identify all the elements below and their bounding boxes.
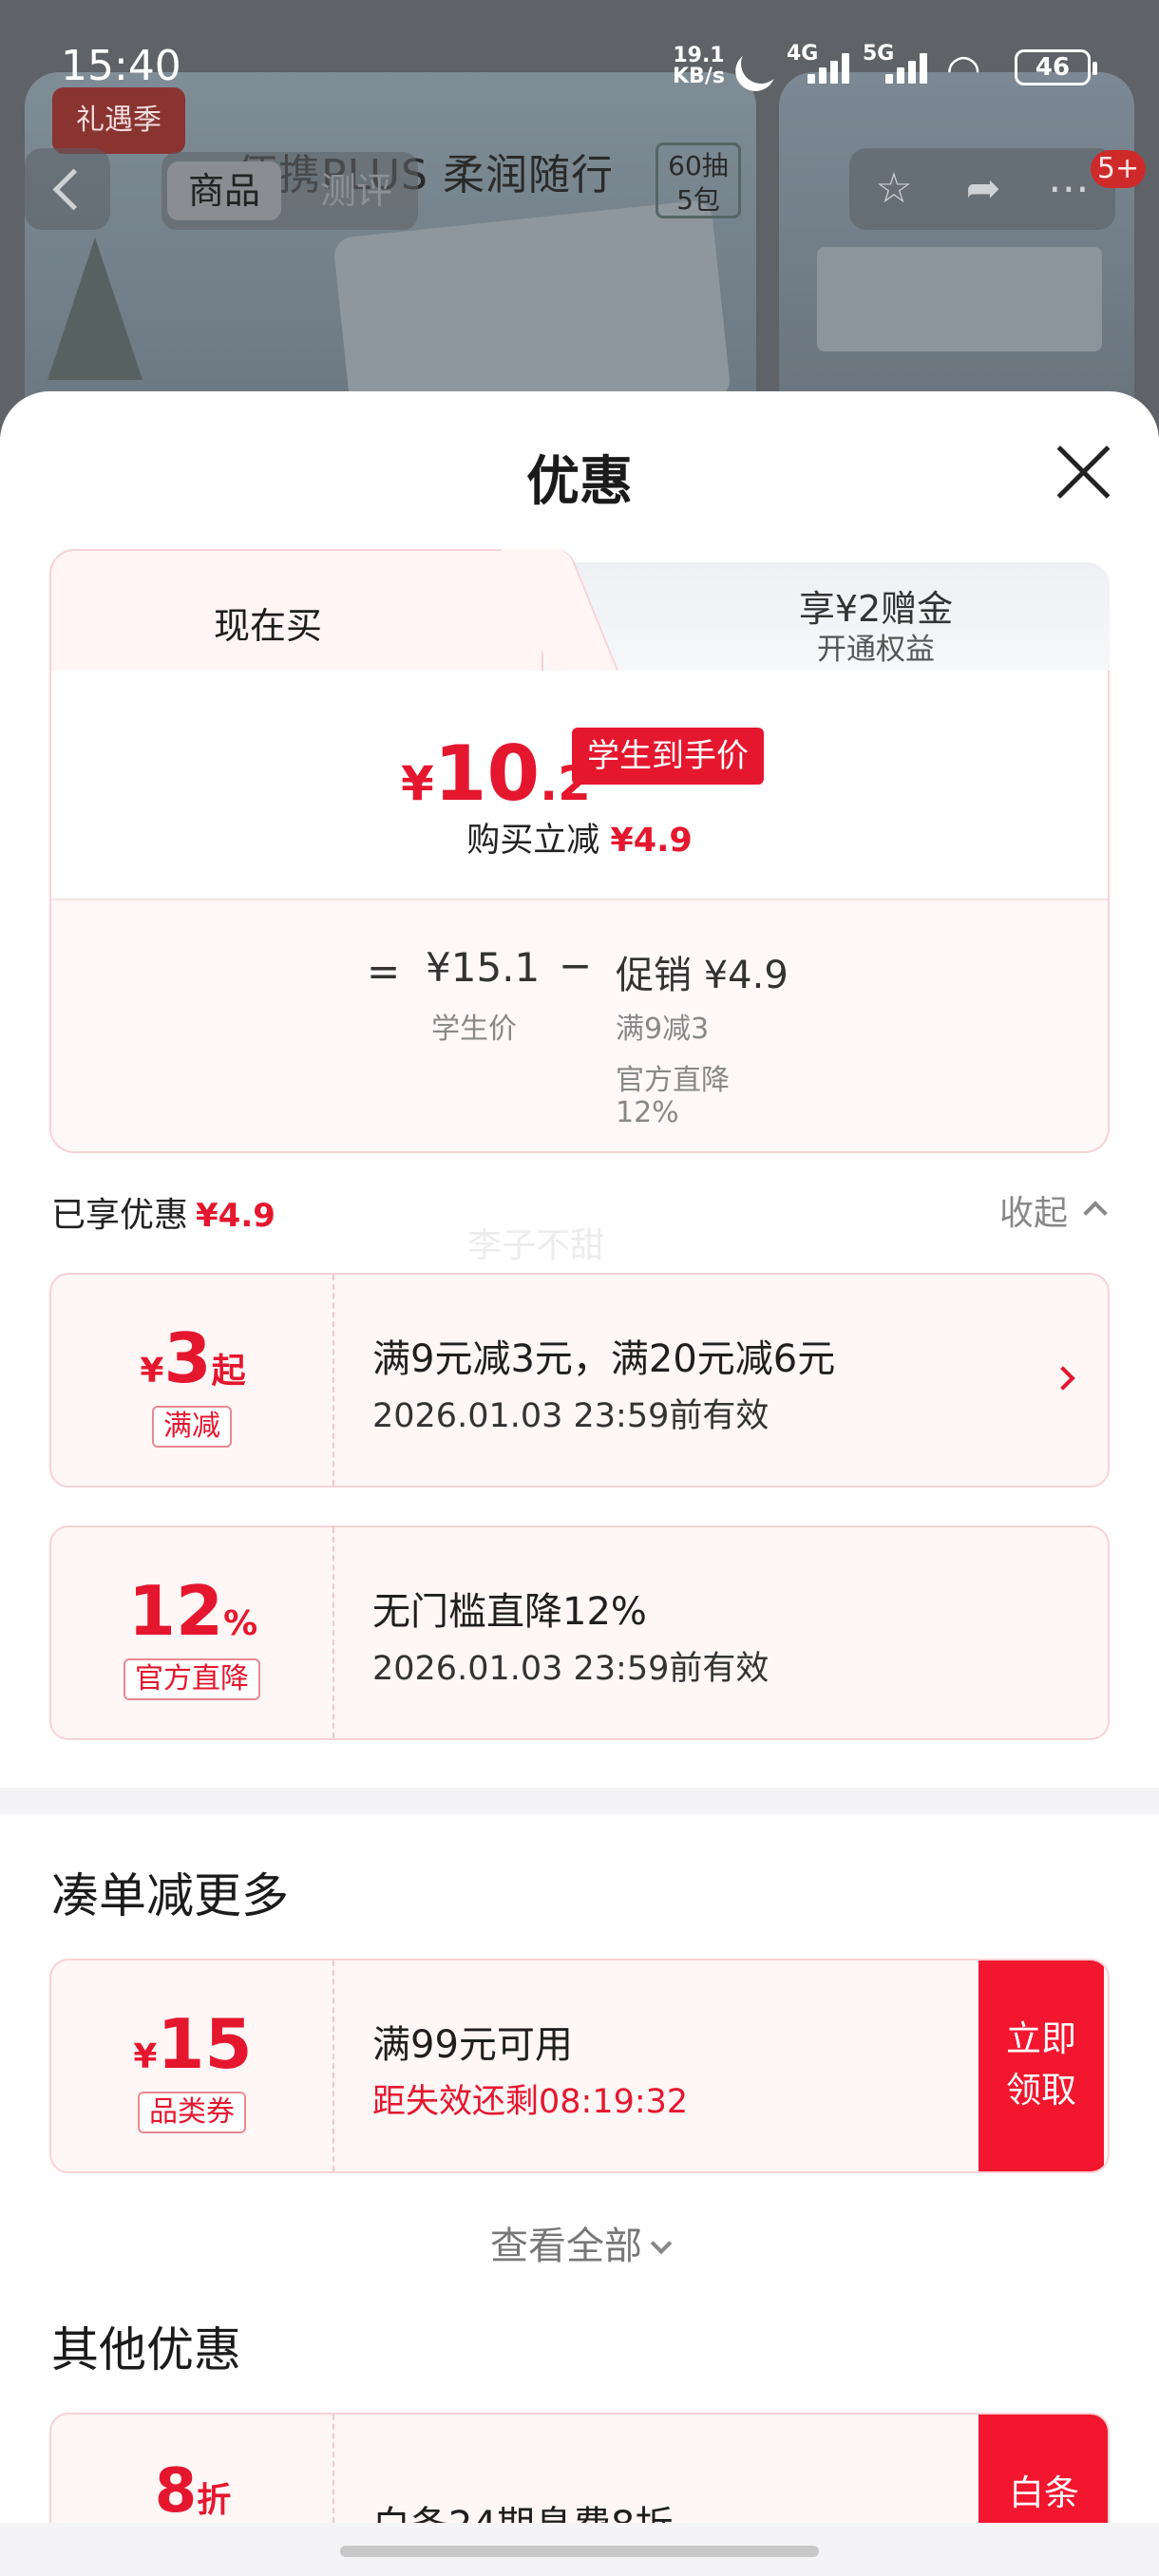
status-time: 15:40 [61, 42, 181, 90]
coupon-value: ¥3起 [51, 1318, 334, 1398]
see-all-button[interactable]: 查看全部 [0, 2215, 1159, 2270]
cart-count-badge: 5+ [1091, 150, 1146, 188]
coupon-expiry: 2026.01.03 23:59前有效 [372, 1397, 770, 1435]
coupon-amount: 15 [157, 2004, 253, 2084]
coupon-description: 满9元减3元，满20元减6元 [372, 1337, 836, 1381]
tab-gift-subtitle: 开通权益 [817, 633, 935, 667]
final-price-symbol: ¥ [401, 756, 434, 811]
favorite-star-icon[interactable]: ☆ [870, 165, 918, 213]
calc-equals: = [367, 948, 401, 994]
do-not-disturb-moon-icon [733, 36, 788, 90]
enjoyed-label: 已享优惠 [51, 1196, 189, 1235]
chevron-right-icon[interactable] [1051, 1366, 1075, 1391]
sim2-signal-icon [885, 51, 935, 84]
pack-badge-line1: 60抽 [668, 150, 729, 181]
see-all-label: 查看全部 [490, 2225, 642, 2268]
price-tabs: 现在买 享¥2赠金 开通权益 [49, 549, 1110, 682]
battery-icon: 46 [1015, 49, 1097, 85]
pack-badge-line2: 5包 [676, 184, 720, 216]
tab-gift-title: 享¥2赠金 [798, 588, 954, 630]
coupon-type-tag: 满减 [152, 1406, 232, 1448]
coupon-symbol: ¥ [133, 2037, 158, 2076]
enjoyed-value: ¥4.9 [196, 1197, 276, 1235]
coupon-expiry: 2026.01.03 23:59前有效 [372, 1650, 770, 1688]
calc-promo-item-full-reduction: 满9减3 [616, 1013, 710, 1046]
network-speed: 19.1 KB/s [673, 46, 725, 87]
section-title-other: 其他优惠 [51, 2322, 241, 2377]
final-price: ¥10.2 [401, 729, 591, 818]
sheet-title: 优惠 [526, 451, 633, 513]
student-price-tag: 学生到手价 [572, 728, 764, 785]
collapse-button[interactable]: 收起 [999, 1185, 1068, 1235]
calc-promo-item-official: 官方直降 [616, 1064, 730, 1097]
wifi-icon: ◠ [946, 46, 981, 92]
coupon-amount: 12 [127, 1571, 224, 1651]
coupon-suffix: 起 [211, 1352, 246, 1391]
buy-cut-value: ¥4.9 [610, 822, 693, 860]
home-indicator[interactable] [340, 2546, 819, 2557]
coupon-value: 8折 [51, 2456, 334, 2527]
more-icon[interactable]: ⋯ [1045, 165, 1092, 213]
discount-sheet: 优惠 现在买 享¥2赠金 开通权益 ¥10.2 学生到手价 购买立减 ¥4.9 … [0, 391, 1159, 2576]
tab-review[interactable]: 测评 [304, 161, 408, 220]
section-title-more: 凑单减更多 [51, 1868, 289, 1923]
coupon-value: ¥15 [51, 2004, 334, 2084]
section-divider [0, 1788, 1159, 1814]
coupon-full-reduction[interactable]: ¥3起 满减 满9元减3元，满20元减6元 2026.01.03 23:59前有… [49, 1273, 1110, 1487]
calc-promo-item-percent: 12% [616, 1096, 679, 1129]
price-card: 现在买 享¥2赠金 开通权益 ¥10.2 学生到手价 购买立减 ¥4.9 = ¥… [49, 549, 1110, 1153]
status-bar: 15:40 19.1 KB/s 4G 5G ◠ 46 [0, 0, 1159, 133]
coupon-suffix: % [223, 1604, 258, 1643]
coupon-value: 12% [51, 1571, 334, 1651]
back-button[interactable] [25, 148, 110, 230]
tab-buy-now-label: 现在买 [213, 605, 322, 647]
enjoyed-discount: 已享优惠 ¥4.9 [51, 1187, 276, 1237]
coupon-official-discount: 12% 官方直降 无门槛直降12% 2026.01.03 23:59前有效 [49, 1525, 1110, 1740]
price-body: ¥10.2 学生到手价 购买立减 ¥4.9 = ¥15.1 学生价 − 促销 ¥… [49, 671, 1110, 1153]
network-speed-value: 19.1 [673, 44, 725, 67]
tissue-pack-image-small [817, 247, 1102, 351]
pack-badge: 60抽 5包 [656, 142, 741, 218]
calc-minus: − [559, 942, 593, 989]
nav-actions: ☆ ➦ ⋯ [849, 148, 1115, 230]
network-speed-unit: KB/s [673, 65, 725, 88]
close-icon[interactable] [1053, 441, 1113, 502]
share-icon[interactable]: ➦ [960, 165, 1007, 213]
coupon-countdown: 距失效还剩08:19:32 [372, 2083, 689, 2121]
coupon-description: 满99元可用 [372, 2023, 573, 2067]
sim1-signal-icon [808, 51, 857, 84]
coupon-symbol: ¥ [140, 1352, 164, 1391]
screen: 礼遇季 便携PLUS 柔润随行 60抽 5包 商品 测评 ☆ ➦ ⋯ 5+ 15… [0, 0, 1159, 2576]
tab-product[interactable]: 商品 [167, 161, 281, 220]
buy-cut-label: 购买立减 [466, 822, 600, 860]
calc-student-price: ¥15.1 [426, 944, 541, 991]
product-nav-tabs: 商品 测评 [162, 152, 418, 230]
coupon-amount: 3 [163, 1318, 212, 1398]
calc-student-label: 学生价 [431, 1013, 517, 1046]
coupon-category: ¥15 品类券 满99元可用 距失效还剩08:19:32 立即领取 [49, 1959, 1110, 2173]
coupon-suffix: 折 [197, 2481, 232, 2520]
watermark-text: 李子不甜 [467, 1226, 605, 1265]
price-breakdown: = ¥15.1 学生价 − 促销 ¥4.9 满9减3 官方直降 12% [51, 899, 1108, 1151]
claim-coupon-button[interactable]: 立即领取 [978, 1960, 1104, 2171]
chevron-down-icon [650, 2232, 673, 2255]
calc-promo: 促销 ¥4.9 [616, 954, 788, 997]
chevron-up-icon[interactable] [1083, 1201, 1108, 1225]
coupon-description: 无门槛直降12% [372, 1590, 647, 1634]
buy-cut: 购买立减 ¥4.9 [51, 813, 1108, 862]
final-price-integer: 10 [433, 729, 541, 818]
coupon-amount: 8 [154, 2456, 198, 2527]
coupon-type-tag: 品类券 [138, 2092, 246, 2133]
coupon-type-tag: 官方直降 [124, 1658, 260, 1700]
